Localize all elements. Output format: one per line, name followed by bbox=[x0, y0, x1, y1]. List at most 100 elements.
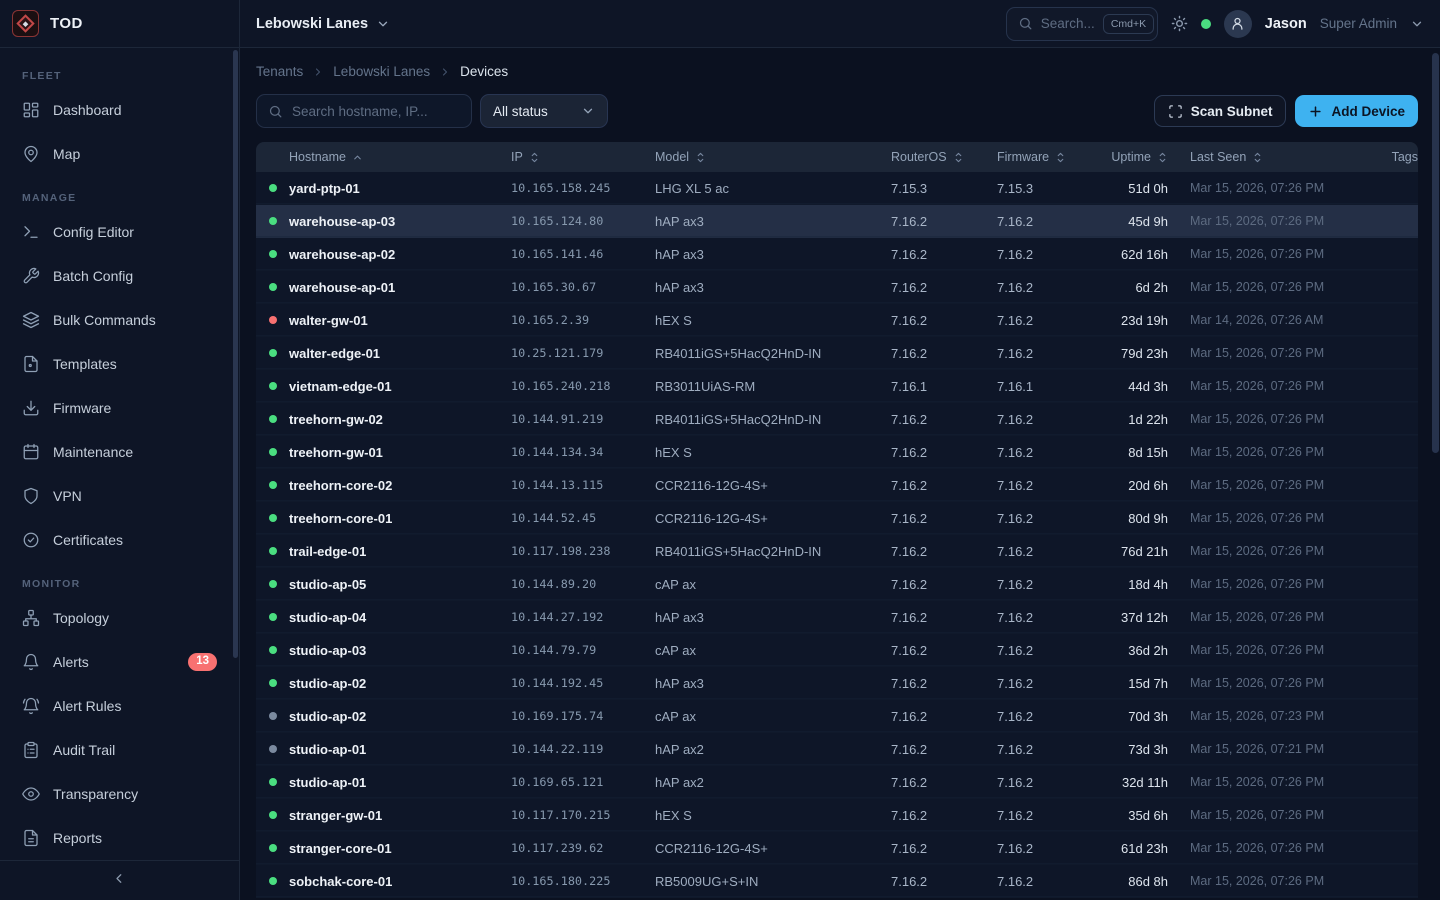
cell-hostname[interactable]: trail-edge-01 bbox=[289, 544, 511, 559]
cell-model: RB4011iGS+5HacQ2HnD-IN bbox=[655, 412, 891, 427]
sidebar-item-templates[interactable]: Templates bbox=[12, 344, 227, 384]
cell-model: RB4011iGS+5HacQ2HnD-IN bbox=[655, 544, 891, 559]
cell-hostname[interactable]: yard-ptp-01 bbox=[289, 181, 511, 196]
cell-last_seen: Mar 15, 2026, 07:26 PM bbox=[1168, 511, 1346, 525]
sidebar-scrollbar-thumb[interactable] bbox=[233, 50, 238, 658]
sidebar-item-certificates[interactable]: Certificates bbox=[12, 520, 227, 560]
sidebar-item-audit-trail[interactable]: Audit Trail bbox=[12, 730, 227, 770]
table-row[interactable]: sobchak-core-0110.165.180.225RB5009UG+S+… bbox=[256, 865, 1418, 898]
status-dot-cell bbox=[256, 613, 289, 621]
sidebar-item-reports[interactable]: Reports bbox=[12, 818, 227, 858]
status-dot-down bbox=[269, 316, 277, 324]
sidebar-item-config-editor[interactable]: Config Editor bbox=[12, 212, 227, 252]
table-row[interactable]: walter-edge-0110.25.121.179RB4011iGS+5Ha… bbox=[256, 337, 1418, 370]
table-row[interactable]: warehouse-ap-0110.165.30.67hAP ax37.16.2… bbox=[256, 271, 1418, 304]
sidebar-item-alerts[interactable]: Alerts13 bbox=[12, 642, 227, 682]
column-header-label: RouterOS bbox=[891, 150, 947, 164]
table-row[interactable]: studio-ap-0210.144.192.45hAP ax37.16.27.… bbox=[256, 667, 1418, 700]
table-row[interactable]: treehorn-core-0210.144.13.115CCR2116-12G… bbox=[256, 469, 1418, 502]
column-header-hostname[interactable]: Hostname bbox=[289, 150, 511, 164]
cell-hostname[interactable]: sobchak-core-01 bbox=[289, 874, 511, 889]
global-search-button[interactable]: Search... Cmd+K bbox=[1006, 7, 1158, 41]
cell-routeros: 7.16.2 bbox=[891, 313, 997, 328]
tenant-selector[interactable]: Lebowski Lanes bbox=[256, 16, 390, 32]
cell-routeros: 7.16.2 bbox=[891, 775, 997, 790]
table-row[interactable]: treehorn-gw-0110.144.134.34hEX S7.16.27.… bbox=[256, 436, 1418, 469]
cell-hostname[interactable]: treehorn-core-01 bbox=[289, 511, 511, 526]
breadcrumb-item-tenants[interactable]: Tenants bbox=[256, 64, 303, 79]
breadcrumb-item-lebowski-lanes[interactable]: Lebowski Lanes bbox=[333, 64, 430, 79]
sidebar-item-dashboard[interactable]: Dashboard bbox=[12, 90, 227, 130]
table-row[interactable]: treehorn-core-0110.144.52.45CCR2116-12G-… bbox=[256, 502, 1418, 535]
sidebar-item-bulk-commands[interactable]: Bulk Commands bbox=[12, 300, 227, 340]
sidebar-item-batch-config[interactable]: Batch Config bbox=[12, 256, 227, 296]
sidebar-item-map[interactable]: Map bbox=[12, 134, 227, 174]
cell-hostname[interactable]: walter-gw-01 bbox=[289, 313, 511, 328]
status-dot-stale bbox=[269, 745, 277, 753]
status-dot-cell bbox=[256, 415, 289, 423]
cell-last_seen: Mar 15, 2026, 07:26 PM bbox=[1168, 478, 1346, 492]
breadcrumb-item-devices[interactable]: Devices bbox=[460, 64, 508, 79]
cell-last_seen: Mar 15, 2026, 07:23 PM bbox=[1168, 709, 1346, 723]
table-row[interactable]: studio-ap-0210.169.175.74cAP ax7.16.27.1… bbox=[256, 700, 1418, 733]
user-menu-chevron-icon[interactable] bbox=[1410, 17, 1424, 31]
cell-hostname[interactable]: treehorn-gw-01 bbox=[289, 445, 511, 460]
table-row[interactable]: walter-gw-0110.165.2.39hEX S7.16.27.16.2… bbox=[256, 304, 1418, 337]
table-row[interactable]: trail-edge-0110.117.198.238RB4011iGS+5Ha… bbox=[256, 535, 1418, 568]
add-device-button[interactable]: Add Device bbox=[1295, 95, 1418, 127]
cell-hostname[interactable]: walter-edge-01 bbox=[289, 346, 511, 361]
page-scrollbar-thumb[interactable] bbox=[1432, 53, 1439, 453]
sidebar-item-topology[interactable]: Topology bbox=[12, 598, 227, 638]
cell-hostname[interactable]: studio-ap-03 bbox=[289, 643, 511, 658]
table-row[interactable]: studio-ap-0110.169.65.121hAP ax27.16.27.… bbox=[256, 766, 1418, 799]
cell-model: hAP ax3 bbox=[655, 214, 891, 229]
cell-hostname[interactable]: stranger-core-01 bbox=[289, 841, 511, 856]
cell-hostname[interactable]: studio-ap-02 bbox=[289, 709, 511, 724]
table-row[interactable]: treehorn-gw-0210.144.91.219RB4011iGS+5Ha… bbox=[256, 403, 1418, 436]
status-filter-select[interactable]: All status bbox=[480, 94, 608, 128]
scan-subnet-button[interactable]: Scan Subnet bbox=[1154, 95, 1287, 127]
sidebar-item-maintenance[interactable]: Maintenance bbox=[12, 432, 227, 472]
column-header-uptime[interactable]: Uptime bbox=[1102, 150, 1168, 164]
avatar[interactable] bbox=[1224, 10, 1252, 38]
column-header-ip[interactable]: IP bbox=[511, 150, 655, 164]
cell-hostname[interactable]: stranger-gw-01 bbox=[289, 808, 511, 823]
sidebar-item-vpn[interactable]: VPN bbox=[12, 476, 227, 516]
table-row[interactable]: studio-ap-0410.144.27.192hAP ax37.16.27.… bbox=[256, 601, 1418, 634]
cell-hostname[interactable]: warehouse-ap-01 bbox=[289, 280, 511, 295]
chevron-down-icon bbox=[581, 104, 595, 118]
cell-hostname[interactable]: treehorn-core-02 bbox=[289, 478, 511, 493]
column-header-routeros[interactable]: RouterOS bbox=[891, 150, 997, 164]
table-row[interactable]: warehouse-ap-0310.165.124.80hAP ax37.16.… bbox=[256, 205, 1418, 238]
cell-hostname[interactable]: studio-ap-04 bbox=[289, 610, 511, 625]
cell-model: hEX S bbox=[655, 808, 891, 823]
sidebar-item-transparency[interactable]: Transparency bbox=[12, 774, 227, 814]
table-row[interactable]: stranger-gw-0110.117.170.215hEX S7.16.27… bbox=[256, 799, 1418, 832]
theme-toggle-button[interactable] bbox=[1171, 15, 1188, 32]
cell-hostname[interactable]: studio-ap-05 bbox=[289, 577, 511, 592]
table-row[interactable]: studio-ap-0310.144.79.79cAP ax7.16.27.16… bbox=[256, 634, 1418, 667]
table-row[interactable]: yard-ptp-0110.165.158.245LHG XL 5 ac7.15… bbox=[256, 172, 1418, 205]
cell-routeros: 7.16.2 bbox=[891, 544, 997, 559]
cell-hostname[interactable]: studio-ap-01 bbox=[289, 775, 511, 790]
table-row[interactable]: studio-ap-0510.144.89.20cAP ax7.16.27.16… bbox=[256, 568, 1418, 601]
cell-hostname[interactable]: warehouse-ap-03 bbox=[289, 214, 511, 229]
column-header-firmware[interactable]: Firmware bbox=[997, 150, 1102, 164]
device-search-input[interactable] bbox=[292, 104, 460, 119]
table-row[interactable]: warehouse-ap-0210.165.141.46hAP ax37.16.… bbox=[256, 238, 1418, 271]
device-search-field[interactable] bbox=[256, 94, 472, 128]
table-row[interactable]: studio-ap-0110.144.22.119hAP ax27.16.27.… bbox=[256, 733, 1418, 766]
scan-icon bbox=[1168, 104, 1183, 119]
sidebar-item-firmware[interactable]: Firmware bbox=[12, 388, 227, 428]
cell-hostname[interactable]: treehorn-gw-02 bbox=[289, 412, 511, 427]
cell-hostname[interactable]: vietnam-edge-01 bbox=[289, 379, 511, 394]
column-header-last-seen[interactable]: Last Seen bbox=[1168, 150, 1346, 164]
table-row[interactable]: vietnam-edge-0110.165.240.218RB3011UiAS-… bbox=[256, 370, 1418, 403]
sidebar-item-alert-rules[interactable]: Alert Rules bbox=[12, 686, 227, 726]
cell-hostname[interactable]: studio-ap-01 bbox=[289, 742, 511, 757]
cell-hostname[interactable]: studio-ap-02 bbox=[289, 676, 511, 691]
column-header-model[interactable]: Model bbox=[655, 150, 891, 164]
sidebar-collapse-button[interactable] bbox=[0, 860, 239, 900]
table-row[interactable]: stranger-core-0110.117.239.62CCR2116-12G… bbox=[256, 832, 1418, 865]
cell-hostname[interactable]: warehouse-ap-02 bbox=[289, 247, 511, 262]
